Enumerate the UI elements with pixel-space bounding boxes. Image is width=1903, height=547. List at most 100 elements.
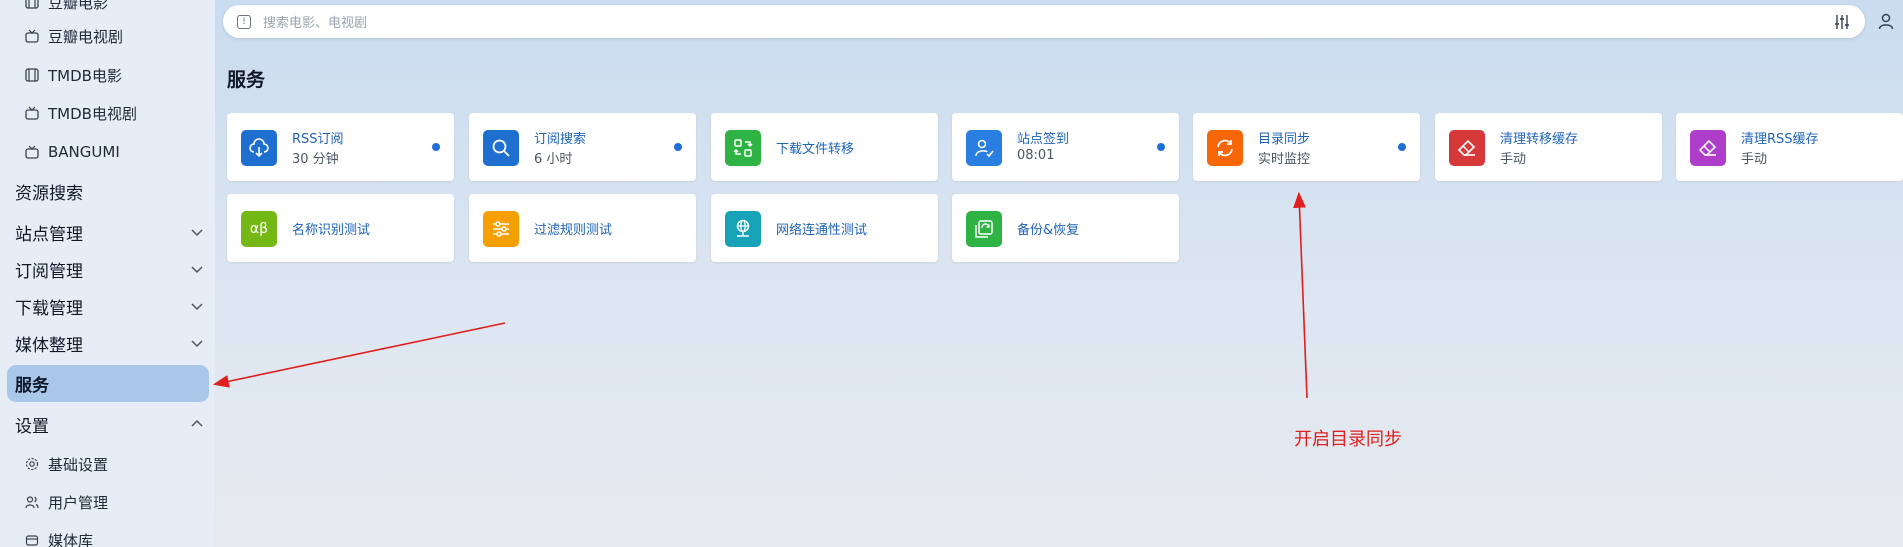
sidebar-item-settings[interactable]: 设置: [15, 409, 210, 439]
sidebar-item-label: 订阅管理: [15, 261, 83, 282]
service-title: 站点签到: [1017, 132, 1070, 147]
sidebar-item-label: 基础设置: [48, 455, 109, 474]
sidebar-item-douban-movie[interactable]: 豆瓣电影: [24, 0, 108, 16]
cloud-download-icon: [249, 138, 269, 158]
sidebar-item-label: 设置: [15, 416, 49, 437]
tune-icon[interactable]: [1833, 13, 1851, 31]
sidebar-item-site-management[interactable]: 站点管理: [15, 217, 210, 247]
tv-icon: [24, 28, 40, 44]
sidebar-item-services[interactable]: 服务: [7, 365, 209, 402]
sidebar-item-label: TMDB电视剧: [48, 104, 137, 123]
chevron-down-icon: [191, 303, 203, 311]
status-dot: [1398, 143, 1406, 151]
chevron-up-icon: [191, 419, 203, 427]
service-title: 清理RSS缓存: [1741, 132, 1819, 147]
users-icon: [24, 494, 40, 510]
sidebar-item-bangumi[interactable]: BANGUMI: [24, 138, 120, 166]
chevron-down-icon: [191, 340, 203, 348]
service-icon-box: [966, 211, 1002, 247]
shortcut-key-icon: !: [237, 14, 251, 29]
sidebar-item-media-organize[interactable]: 媒体整理: [15, 328, 210, 358]
service-card-rss[interactable]: RSS订阅 30 分钟: [227, 113, 454, 181]
service-title: 清理转移缓存: [1500, 132, 1579, 147]
service-schedule: 手动: [1741, 152, 1768, 167]
sidebar-item-tmdb-movie[interactable]: TMDB电影: [24, 61, 122, 89]
sidebar-item-label: BANGUMI: [48, 143, 120, 161]
service-card-directory-sync[interactable]: 目录同步 实时监控: [1193, 113, 1420, 181]
gear-icon: [24, 456, 40, 472]
service-icon-box: [725, 130, 761, 166]
service-icon-box: [1690, 130, 1726, 166]
library-icon: [24, 532, 40, 547]
sidebar-item-label: 用户管理: [48, 493, 109, 512]
status-dot: [1157, 143, 1165, 151]
annotation-arrows: [212, 191, 1308, 399]
status-dot: [432, 143, 440, 151]
chevron-down-icon: [191, 266, 203, 274]
chevron-down-icon: [191, 229, 203, 237]
service-card-filter-rule-test[interactable]: 过滤规则测试: [469, 194, 696, 262]
service-card-subscription-search[interactable]: 订阅搜索 6 小时: [469, 113, 696, 181]
annotation-text: 开启目录同步: [1294, 429, 1402, 450]
annotation-arrow-directory-sync: [1293, 191, 1308, 399]
eraser-icon: [1457, 139, 1476, 156]
service-card-network-test[interactable]: 网络连通性测试: [711, 194, 938, 262]
service-title: 订阅搜索: [534, 132, 587, 147]
service-icon-box: αβ: [241, 211, 277, 247]
backup-icon: [975, 220, 993, 238]
sidebar-item-tmdb-tv[interactable]: TMDB电视剧: [24, 99, 137, 127]
service-schedule: 6 小时: [534, 152, 573, 167]
alpha-beta-icon: αβ: [249, 221, 269, 237]
search-bar[interactable]: ! 搜索电影、电视剧: [223, 5, 1865, 38]
network-icon: [736, 219, 750, 237]
service-title: 下载文件转移: [776, 142, 855, 157]
service-card-site-checkin[interactable]: 站点签到 08:01: [952, 113, 1179, 181]
sidebar-item-label: 豆瓣电影: [48, 0, 109, 12]
sidebar-item-subscription-management[interactable]: 订阅管理: [15, 254, 210, 284]
service-icon-box: [725, 211, 761, 247]
service-card-download-transfer[interactable]: 下载文件转移: [711, 113, 938, 181]
service-card-name-recognition-test[interactable]: αβ 名称识别测试: [227, 194, 454, 262]
eraser-icon: [1698, 139, 1717, 156]
transfer-icon: [733, 139, 753, 157]
film-icon: [24, 0, 40, 10]
sidebar-item-resource-search[interactable]: 资源搜索: [15, 176, 210, 206]
sidebar-item-basic-settings[interactable]: 基础设置: [24, 450, 108, 478]
tv-icon: [24, 144, 40, 160]
status-dot: [674, 143, 682, 151]
page-title: 服务: [227, 69, 266, 91]
service-icon-box: [483, 211, 519, 247]
service-schedule: 30 分钟: [292, 152, 339, 167]
sidebar-item-media-library[interactable]: 媒体库: [24, 526, 93, 547]
user-check-icon: [975, 139, 994, 158]
service-icon-box: [1207, 130, 1243, 166]
service-title: 网络连通性测试: [776, 223, 868, 238]
annotation-arrow-services: [212, 322, 506, 388]
sidebar: 豆瓣电影 豆瓣电视剧 TMDB电影 TMDB电视剧 BANGUMI 资源搜索 站…: [0, 0, 215, 547]
service-card-backup-restore[interactable]: 备份&恢复: [952, 194, 1179, 262]
tv-icon: [24, 105, 40, 121]
sidebar-item-label: 站点管理: [15, 224, 83, 245]
service-title: 名称识别测试: [292, 223, 371, 238]
sidebar-item-label: TMDB电影: [48, 66, 122, 85]
sidebar-item-douban-tv[interactable]: 豆瓣电视剧: [24, 22, 123, 50]
user-icon[interactable]: [1877, 12, 1895, 30]
service-icon-box: [241, 130, 277, 166]
refresh-icon: [1217, 139, 1233, 157]
sidebar-item-label: 媒体库: [48, 531, 94, 547]
sidebar-item-user-management[interactable]: 用户管理: [24, 488, 108, 516]
service-schedule: 08:01: [1017, 148, 1055, 163]
service-icon-box: [1449, 130, 1485, 166]
service-card-clear-rss-cache[interactable]: 清理RSS缓存 手动: [1676, 113, 1903, 181]
service-title: RSS订阅: [292, 132, 344, 147]
service-card-clear-transfer-cache[interactable]: 清理转移缓存 手动: [1435, 113, 1662, 181]
sidebar-item-label: 资源搜索: [15, 183, 83, 204]
search-icon: [492, 139, 510, 157]
filter-sliders-icon: [493, 221, 509, 237]
service-title: 目录同步: [1258, 132, 1311, 147]
service-icon-box: [483, 130, 519, 166]
sidebar-item-download-management[interactable]: 下载管理: [15, 291, 210, 321]
service-schedule: 实时监控: [1258, 152, 1311, 167]
sidebar-item-label: 媒体整理: [15, 335, 83, 356]
search-input[interactable]: 搜索电影、电视剧: [263, 12, 1833, 31]
